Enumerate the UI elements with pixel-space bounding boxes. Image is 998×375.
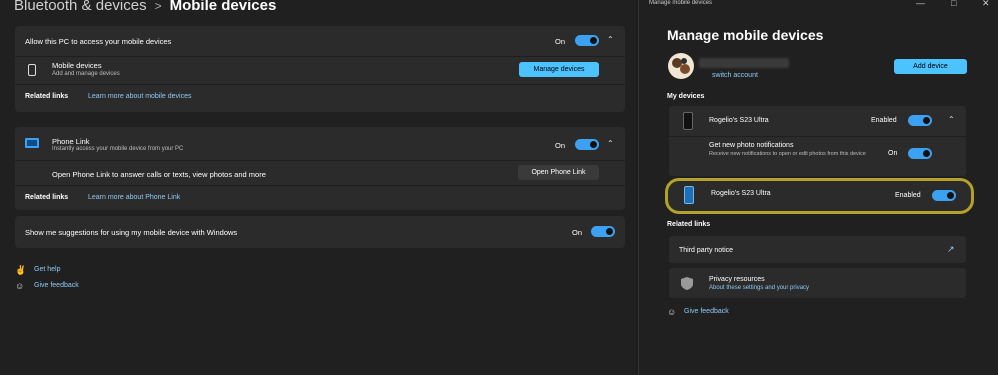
window-title: Manage mobile devices: [649, 0, 713, 6]
mobile-devices-sub: Add and manage devices: [52, 71, 120, 77]
blurred-account-name: [699, 58, 789, 68]
device-name: Rogelio's S23 Ultra: [711, 190, 771, 197]
related-links-label: Related links: [25, 194, 69, 201]
suggestions-card[interactable]: Show me suggestions for using my mobile …: [15, 216, 625, 248]
add-device-button[interactable]: Add device: [894, 59, 967, 74]
phone-link-icon: [25, 138, 39, 148]
related-links-label: Related links: [667, 221, 711, 228]
device-status: Enabled: [895, 192, 921, 199]
feedback-icon: ☺: [15, 281, 25, 291]
related-links-row-1: Related links Learn more about mobile de…: [15, 85, 625, 112]
highlighted-device-row[interactable]: Rogelio's S23 Ultra Enabled: [665, 178, 974, 214]
shield-icon: [681, 277, 693, 290]
privacy-resources-row: Privacy resources About these settings a…: [669, 268, 966, 298]
chevron-up-icon[interactable]: ⌃: [948, 115, 955, 124]
open-phone-link-button[interactable]: Open Phone Link: [518, 165, 599, 180]
related-links-label: Related links: [25, 93, 69, 100]
phone-link-row[interactable]: Phone Link Instantly access your mobile …: [15, 127, 625, 160]
photo-notifications-title: Get new photo notifications: [709, 142, 794, 149]
learn-more-mobile-link[interactable]: Learn more about mobile devices: [88, 93, 192, 100]
privacy-link[interactable]: About these settings and your privacy: [709, 285, 809, 291]
learn-more-phone-link[interactable]: Learn more about Phone Link: [88, 194, 180, 201]
manage-mobile-devices-window: Manage mobile devices — □ ✕ Manage mobil…: [638, 0, 998, 375]
device-name: Rogelio's S23 Ultra: [709, 117, 769, 124]
manage-devices-button[interactable]: Manage devices: [519, 62, 599, 77]
minimize-icon[interactable]: —: [916, 0, 925, 8]
avatar: [668, 53, 694, 79]
phone-icon: [683, 112, 693, 130]
external-link-icon: ↗: [947, 244, 955, 254]
page-title: Mobile devices: [169, 0, 277, 14]
device-card: Rogelio's S23 Ultra Enabled ⌃ Get new ph…: [669, 106, 966, 176]
access-state: On: [555, 37, 566, 46]
mobile-devices-title: Mobile devices: [52, 61, 102, 70]
access-toggle[interactable]: [575, 35, 599, 46]
phone-link-state: On: [555, 141, 566, 150]
chevron-up-icon[interactable]: ⌃: [607, 35, 614, 44]
access-label: Allow this PC to access your mobile devi…: [25, 37, 172, 46]
close-icon[interactable]: ✕: [982, 0, 990, 9]
phone-link-card: Phone Link Instantly access your mobile …: [15, 127, 625, 210]
get-help-link[interactable]: Get help: [34, 266, 60, 273]
third-party-notice: Third party notice: [679, 247, 734, 254]
breadcrumb-parent[interactable]: Bluetooth & devices: [14, 0, 147, 14]
device-toggle[interactable]: [908, 115, 932, 126]
mobile-devices-card: Allow this PC to access your mobile devi…: [15, 26, 625, 112]
privacy-resources-title: Privacy resources: [709, 276, 765, 283]
open-phone-link-label: Open Phone Link to answer calls or texts…: [52, 170, 266, 179]
mobile-devices-row: Mobile devices Add and manage devices Ma…: [15, 57, 625, 84]
device-row-1[interactable]: Rogelio's S23 Ultra Enabled ⌃: [669, 106, 966, 136]
settings-main-pane: Bluetooth & devices > Mobile devices Allow…: [0, 0, 636, 375]
give-feedback-link[interactable]: Give feedback: [684, 308, 729, 315]
phone-link-toggle[interactable]: [575, 139, 599, 150]
photo-notifications-state: On: [888, 150, 898, 157]
chevron-up-icon[interactable]: ⌃: [607, 139, 614, 148]
access-row[interactable]: Allow this PC to access your mobile devi…: [15, 26, 625, 56]
suggestions-toggle[interactable]: [591, 226, 615, 237]
device-status: Enabled: [871, 117, 897, 124]
switch-account-link[interactable]: switch account: [712, 72, 758, 79]
give-feedback-link[interactable]: Give feedback: [34, 282, 79, 289]
breadcrumb-separator: >: [154, 0, 162, 13]
help-icon: ✌: [15, 265, 27, 275]
photo-notifications-toggle[interactable]: [908, 148, 932, 159]
suggestions-label: Show me suggestions for using my mobile …: [25, 228, 238, 237]
dialog-heading: Manage mobile devices: [667, 27, 824, 43]
phone-link-sub: Instantly access your mobile device from…: [52, 146, 184, 152]
related-links-row-2: Related links Learn more about Phone Lin…: [15, 186, 625, 210]
my-devices-label: My devices: [667, 93, 705, 100]
phone-icon: [684, 186, 694, 204]
device-toggle[interactable]: [932, 190, 956, 201]
phone-link-title: Phone Link: [52, 137, 90, 146]
maximize-icon[interactable]: □: [951, 0, 956, 8]
third-party-notice-row[interactable]: Third party notice ↗: [669, 236, 966, 263]
photo-notifications-row: Get new photo notifications Receive new …: [669, 137, 966, 176]
feedback-icon: ☺: [667, 307, 677, 317]
open-phone-link-row: Open Phone Link to answer calls or texts…: [15, 161, 625, 185]
suggestions-state: On: [572, 228, 583, 237]
breadcrumb: Bluetooth & devices > Mobile devices: [14, 0, 276, 14]
phone-icon: [28, 64, 36, 76]
photo-notifications-sub: Receive new notifications to open or edi…: [709, 151, 866, 157]
